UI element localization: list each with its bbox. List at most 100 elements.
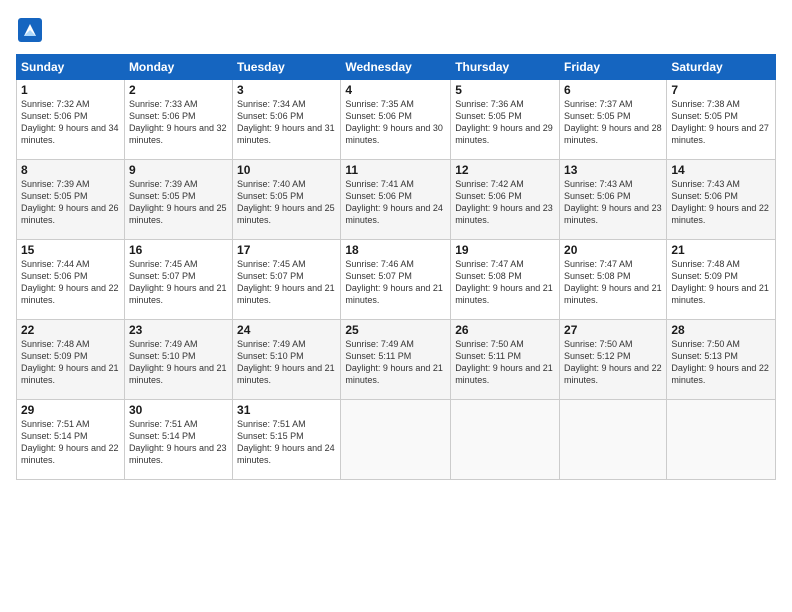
day-number: 1 (21, 83, 120, 97)
day-number: 14 (671, 163, 771, 177)
day-detail: Sunrise: 7:42 AM Sunset: 5:06 PM Dayligh… (455, 178, 555, 227)
calendar-cell: 19Sunrise: 7:47 AM Sunset: 5:08 PM Dayli… (451, 240, 560, 320)
day-detail: Sunrise: 7:46 AM Sunset: 5:07 PM Dayligh… (345, 258, 446, 307)
day-detail: Sunrise: 7:35 AM Sunset: 5:06 PM Dayligh… (345, 98, 446, 147)
day-detail: Sunrise: 7:51 AM Sunset: 5:15 PM Dayligh… (237, 418, 336, 467)
calendar-cell: 15Sunrise: 7:44 AM Sunset: 5:06 PM Dayli… (17, 240, 125, 320)
day-detail: Sunrise: 7:51 AM Sunset: 5:14 PM Dayligh… (21, 418, 120, 467)
day-detail: Sunrise: 7:33 AM Sunset: 5:06 PM Dayligh… (129, 98, 228, 147)
day-number: 6 (564, 83, 662, 97)
calendar-cell: 23Sunrise: 7:49 AM Sunset: 5:10 PM Dayli… (124, 320, 232, 400)
calendar-cell: 9Sunrise: 7:39 AM Sunset: 5:05 PM Daylig… (124, 160, 232, 240)
weekday-row: SundayMondayTuesdayWednesdayThursdayFrid… (17, 55, 776, 80)
day-detail: Sunrise: 7:39 AM Sunset: 5:05 PM Dayligh… (129, 178, 228, 227)
calendar-cell: 10Sunrise: 7:40 AM Sunset: 5:05 PM Dayli… (233, 160, 341, 240)
day-number: 22 (21, 323, 120, 337)
day-number: 26 (455, 323, 555, 337)
calendar-cell: 8Sunrise: 7:39 AM Sunset: 5:05 PM Daylig… (17, 160, 125, 240)
calendar-cell: 12Sunrise: 7:42 AM Sunset: 5:06 PM Dayli… (451, 160, 560, 240)
day-number: 24 (237, 323, 336, 337)
calendar-cell: 26Sunrise: 7:50 AM Sunset: 5:11 PM Dayli… (451, 320, 560, 400)
calendar-cell: 30Sunrise: 7:51 AM Sunset: 5:14 PM Dayli… (124, 400, 232, 480)
day-number: 21 (671, 243, 771, 257)
calendar-cell: 18Sunrise: 7:46 AM Sunset: 5:07 PM Dayli… (341, 240, 451, 320)
calendar-cell: 17Sunrise: 7:45 AM Sunset: 5:07 PM Dayli… (233, 240, 341, 320)
calendar-cell: 24Sunrise: 7:49 AM Sunset: 5:10 PM Dayli… (233, 320, 341, 400)
calendar-cell: 25Sunrise: 7:49 AM Sunset: 5:11 PM Dayli… (341, 320, 451, 400)
day-number: 11 (345, 163, 446, 177)
calendar-cell: 20Sunrise: 7:47 AM Sunset: 5:08 PM Dayli… (560, 240, 667, 320)
day-number: 8 (21, 163, 120, 177)
weekday-wednesday: Wednesday (341, 55, 451, 80)
calendar-cell: 6Sunrise: 7:37 AM Sunset: 5:05 PM Daylig… (560, 80, 667, 160)
day-number: 30 (129, 403, 228, 417)
day-detail: Sunrise: 7:39 AM Sunset: 5:05 PM Dayligh… (21, 178, 120, 227)
day-number: 4 (345, 83, 446, 97)
week-row-5: 29Sunrise: 7:51 AM Sunset: 5:14 PM Dayli… (17, 400, 776, 480)
day-detail: Sunrise: 7:37 AM Sunset: 5:05 PM Dayligh… (564, 98, 662, 147)
day-number: 20 (564, 243, 662, 257)
weekday-sunday: Sunday (17, 55, 125, 80)
calendar-cell: 1Sunrise: 7:32 AM Sunset: 5:06 PM Daylig… (17, 80, 125, 160)
weekday-thursday: Thursday (451, 55, 560, 80)
week-row-1: 1Sunrise: 7:32 AM Sunset: 5:06 PM Daylig… (17, 80, 776, 160)
calendar-cell: 16Sunrise: 7:45 AM Sunset: 5:07 PM Dayli… (124, 240, 232, 320)
calendar-cell (667, 400, 776, 480)
day-detail: Sunrise: 7:49 AM Sunset: 5:10 PM Dayligh… (129, 338, 228, 387)
day-detail: Sunrise: 7:50 AM Sunset: 5:13 PM Dayligh… (671, 338, 771, 387)
week-row-3: 15Sunrise: 7:44 AM Sunset: 5:06 PM Dayli… (17, 240, 776, 320)
day-number: 13 (564, 163, 662, 177)
day-detail: Sunrise: 7:49 AM Sunset: 5:11 PM Dayligh… (345, 338, 446, 387)
weekday-monday: Monday (124, 55, 232, 80)
day-number: 25 (345, 323, 446, 337)
day-detail: Sunrise: 7:44 AM Sunset: 5:06 PM Dayligh… (21, 258, 120, 307)
day-number: 29 (21, 403, 120, 417)
day-detail: Sunrise: 7:41 AM Sunset: 5:06 PM Dayligh… (345, 178, 446, 227)
day-number: 7 (671, 83, 771, 97)
calendar-cell (341, 400, 451, 480)
day-number: 18 (345, 243, 446, 257)
calendar-cell: 7Sunrise: 7:38 AM Sunset: 5:05 PM Daylig… (667, 80, 776, 160)
page: SundayMondayTuesdayWednesdayThursdayFrid… (0, 0, 792, 612)
day-detail: Sunrise: 7:45 AM Sunset: 5:07 PM Dayligh… (129, 258, 228, 307)
day-detail: Sunrise: 7:48 AM Sunset: 5:09 PM Dayligh… (21, 338, 120, 387)
calendar-cell: 5Sunrise: 7:36 AM Sunset: 5:05 PM Daylig… (451, 80, 560, 160)
calendar: SundayMondayTuesdayWednesdayThursdayFrid… (16, 54, 776, 480)
day-number: 16 (129, 243, 228, 257)
day-detail: Sunrise: 7:38 AM Sunset: 5:05 PM Dayligh… (671, 98, 771, 147)
day-number: 31 (237, 403, 336, 417)
day-number: 17 (237, 243, 336, 257)
day-detail: Sunrise: 7:48 AM Sunset: 5:09 PM Dayligh… (671, 258, 771, 307)
day-number: 15 (21, 243, 120, 257)
week-row-2: 8Sunrise: 7:39 AM Sunset: 5:05 PM Daylig… (17, 160, 776, 240)
day-detail: Sunrise: 7:50 AM Sunset: 5:11 PM Dayligh… (455, 338, 555, 387)
day-detail: Sunrise: 7:47 AM Sunset: 5:08 PM Dayligh… (455, 258, 555, 307)
calendar-cell: 2Sunrise: 7:33 AM Sunset: 5:06 PM Daylig… (124, 80, 232, 160)
day-number: 10 (237, 163, 336, 177)
calendar-cell: 14Sunrise: 7:43 AM Sunset: 5:06 PM Dayli… (667, 160, 776, 240)
day-number: 9 (129, 163, 228, 177)
weekday-saturday: Saturday (667, 55, 776, 80)
day-number: 2 (129, 83, 228, 97)
calendar-cell (560, 400, 667, 480)
day-detail: Sunrise: 7:49 AM Sunset: 5:10 PM Dayligh… (237, 338, 336, 387)
day-detail: Sunrise: 7:51 AM Sunset: 5:14 PM Dayligh… (129, 418, 228, 467)
calendar-cell: 31Sunrise: 7:51 AM Sunset: 5:15 PM Dayli… (233, 400, 341, 480)
calendar-cell: 29Sunrise: 7:51 AM Sunset: 5:14 PM Dayli… (17, 400, 125, 480)
day-number: 28 (671, 323, 771, 337)
weekday-tuesday: Tuesday (233, 55, 341, 80)
day-number: 23 (129, 323, 228, 337)
day-detail: Sunrise: 7:36 AM Sunset: 5:05 PM Dayligh… (455, 98, 555, 147)
day-number: 12 (455, 163, 555, 177)
calendar-cell: 13Sunrise: 7:43 AM Sunset: 5:06 PM Dayli… (560, 160, 667, 240)
calendar-cell (451, 400, 560, 480)
day-number: 3 (237, 83, 336, 97)
logo (16, 16, 48, 44)
day-detail: Sunrise: 7:40 AM Sunset: 5:05 PM Dayligh… (237, 178, 336, 227)
calendar-body: 1Sunrise: 7:32 AM Sunset: 5:06 PM Daylig… (17, 80, 776, 480)
day-detail: Sunrise: 7:50 AM Sunset: 5:12 PM Dayligh… (564, 338, 662, 387)
calendar-cell: 27Sunrise: 7:50 AM Sunset: 5:12 PM Dayli… (560, 320, 667, 400)
calendar-cell: 4Sunrise: 7:35 AM Sunset: 5:06 PM Daylig… (341, 80, 451, 160)
day-detail: Sunrise: 7:32 AM Sunset: 5:06 PM Dayligh… (21, 98, 120, 147)
weekday-friday: Friday (560, 55, 667, 80)
